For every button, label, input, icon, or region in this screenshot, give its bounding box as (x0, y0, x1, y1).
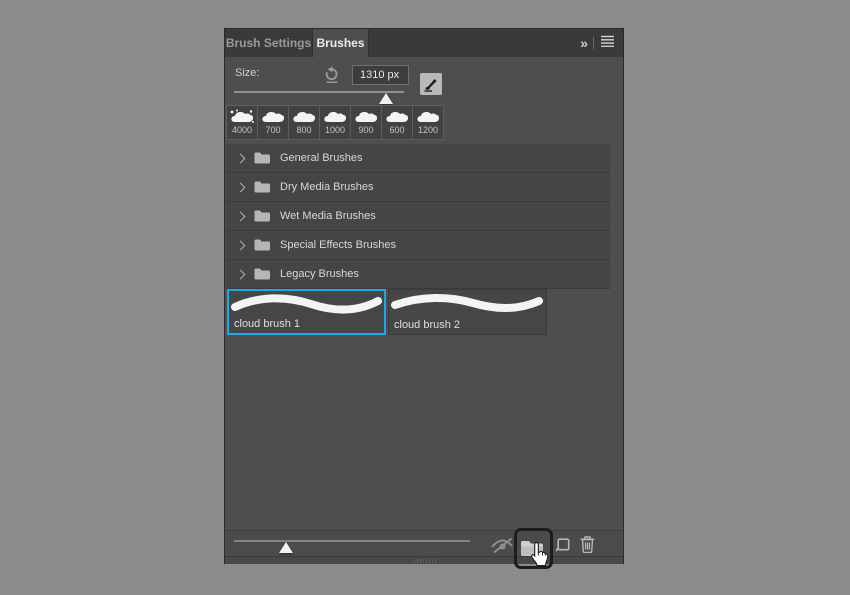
brush-stroke-preview (391, 293, 543, 313)
preset-size-label: 1000 (324, 125, 346, 135)
tab-brush-settings-label: Brush Settings (225, 36, 312, 50)
cloud-brush-icon (417, 111, 440, 122)
size-label: Size: (235, 67, 260, 79)
brush-group-label: General Brushes (280, 152, 363, 164)
recent-brushes-strip: 4000 700 800 1000 900 600 1200 (226, 105, 444, 140)
delete-brush-button[interactable] (580, 536, 595, 558)
brush-group-list: General Brushes Dry Media Brushes Wet Me… (226, 144, 610, 289)
brushes-panel: Brush Settings Brushes » Size: 1310 px 4… (224, 28, 624, 569)
size-value-input[interactable]: 1310 px (352, 65, 409, 85)
tab-brushes-label: Brushes (316, 36, 365, 50)
brush-group-special-effects[interactable]: Special Effects Brushes (226, 231, 610, 260)
folder-icon (254, 152, 270, 164)
preset-size-label: 600 (389, 125, 405, 135)
brush-tile-cloud-brush-2[interactable]: cloud brush 2 (388, 289, 547, 335)
brush-preset-tile[interactable]: 1000 (319, 105, 351, 140)
cloud-brush-icon (324, 111, 347, 122)
hand-cursor-icon (529, 541, 551, 572)
brush-group-label: Dry Media Brushes (280, 181, 374, 193)
tabbar-right-controls: » (580, 29, 623, 57)
panel-resize-grip[interactable] (414, 559, 436, 563)
chevron-right-icon[interactable] (235, 211, 246, 221)
preset-size-label: 1200 (417, 125, 439, 135)
folder-icon (254, 268, 270, 280)
chevron-right-icon[interactable] (235, 182, 246, 192)
create-new-brush-button[interactable] (555, 538, 570, 558)
brush-group-label: Legacy Brushes (280, 268, 359, 280)
brush-preset-tile[interactable]: 800 (288, 105, 320, 140)
folder-icon (254, 239, 270, 251)
tabbar-divider (593, 37, 594, 49)
brush-group-general[interactable]: General Brushes (226, 144, 610, 173)
brush-group-dry-media[interactable]: Dry Media Brushes (226, 173, 610, 202)
panel-tab-bar: Brush Settings Brushes » (225, 29, 623, 57)
preset-size-label: 800 (296, 125, 312, 135)
brush-stroke-preview (231, 294, 382, 314)
size-slider-thumb[interactable] (379, 93, 393, 104)
preset-size-label: 4000 (231, 125, 253, 135)
brush-preset-tile[interactable]: 4000 (226, 105, 258, 140)
brush-preset-tile[interactable]: 900 (350, 105, 382, 140)
panel-menu-icon[interactable] (600, 34, 615, 52)
collapse-panel-icon[interactable]: » (580, 36, 588, 50)
brush-group-label: Special Effects Brushes (280, 239, 396, 251)
brush-tip-toggle-button[interactable] (420, 73, 442, 95)
preset-size-label: 900 (358, 125, 374, 135)
brush-preset-tile[interactable]: 700 (257, 105, 289, 140)
cloud-brush-icon (262, 111, 285, 122)
brush-tile-label: cloud brush 2 (394, 319, 461, 331)
folder-icon (254, 181, 270, 193)
preview-size-slider-thumb[interactable] (279, 542, 293, 553)
cloud-brush-icon (355, 111, 378, 122)
new-brush-icon (556, 538, 570, 552)
brush-icon (424, 79, 437, 92)
tab-brushes[interactable]: Brushes (312, 29, 369, 57)
cloud-brush-icon (386, 111, 409, 122)
trash-icon (580, 536, 595, 554)
brush-tile-cloud-brush-1[interactable]: cloud brush 1 (227, 289, 386, 335)
brush-tile-label: cloud brush 1 (234, 318, 301, 330)
chevron-right-icon[interactable] (235, 240, 246, 250)
brush-group-wet-media[interactable]: Wet Media Brushes (226, 202, 610, 231)
custom-brush-row: cloud brush 1 cloud brush 2 (227, 289, 549, 335)
brush-preset-tile[interactable]: 600 (381, 105, 413, 140)
panel-bottom-strip (225, 556, 623, 564)
brush-group-label: Wet Media Brushes (280, 210, 376, 222)
brush-preset-tile[interactable]: 1200 (412, 105, 444, 140)
panel-footer (225, 528, 623, 569)
reset-size-icon[interactable] (323, 66, 341, 84)
chevron-right-icon[interactable] (235, 153, 246, 163)
preset-size-label: 700 (265, 125, 281, 135)
cloud-brush-icon (293, 111, 316, 122)
splatter-brush-icon (230, 109, 254, 124)
chevron-right-icon[interactable] (235, 269, 246, 279)
folder-icon (254, 210, 270, 222)
tab-brush-settings[interactable]: Brush Settings (225, 29, 312, 57)
brush-group-legacy[interactable]: Legacy Brushes (226, 260, 610, 289)
preview-size-slider-track[interactable] (234, 540, 470, 542)
